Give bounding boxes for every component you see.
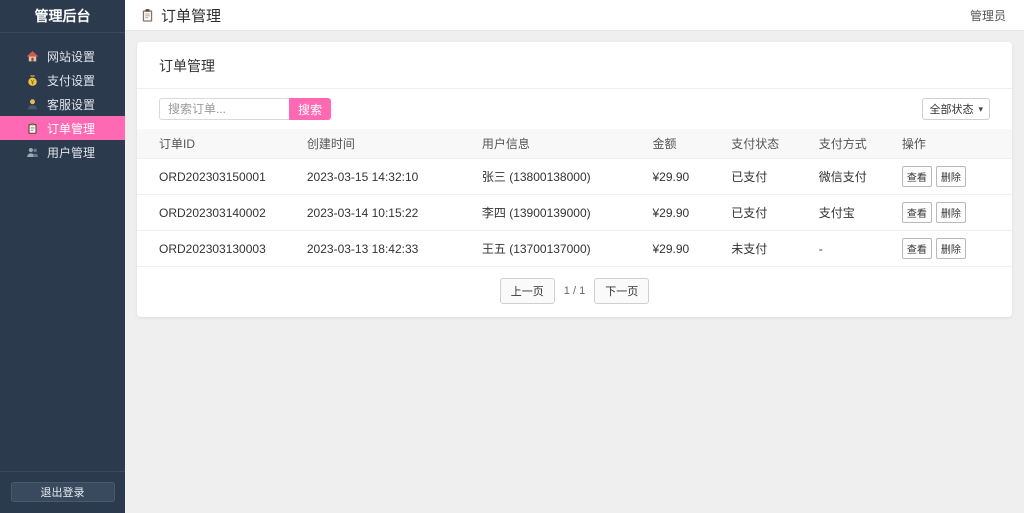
table-header-row: 订单ID 创建时间 用户信息 金额 支付状态 支付方式 操作 <box>137 129 1012 159</box>
view-button[interactable]: 查看 <box>901 202 932 223</box>
col-header-pay-status: 支付状态 <box>723 129 811 159</box>
topbar: 订单管理 管理员 <box>125 0 1024 31</box>
delete-button[interactable]: 删除 <box>935 166 966 187</box>
clipboard-icon <box>140 8 155 23</box>
view-button[interactable]: 查看 <box>901 166 932 187</box>
page-title: 订单管理 <box>140 5 221 26</box>
search-input[interactable] <box>159 98 289 120</box>
search-group: 搜索 <box>159 98 332 120</box>
table-row: ORD202303140002 2023-03-14 10:15:22 李四 (… <box>137 194 1012 231</box>
status-filter-value: 全部状态 <box>929 104 974 116</box>
col-header-actions: 操作 <box>893 129 1012 159</box>
chevron-down-icon: ▾ <box>978 103 983 114</box>
card-title: 订单管理 <box>137 42 1012 89</box>
clipboard-icon <box>26 122 39 135</box>
money-bag-icon <box>26 74 39 87</box>
view-button[interactable]: 查看 <box>901 238 932 259</box>
page-info: 1 / 1 <box>563 285 586 297</box>
content: 订单管理 搜索 全部状态 ▾ 订单ID <box>125 31 1024 328</box>
cell-order-id: ORD202303140002 <box>137 194 299 231</box>
table-row: ORD202303130003 2023-03-13 18:42:33 王五 (… <box>137 230 1012 267</box>
sidebar-item-site-settings[interactable]: 网站设置 <box>0 44 125 68</box>
sidebar-item-payment-settings[interactable]: 支付设置 <box>0 68 125 92</box>
page-title-text: 订单管理 <box>161 7 222 25</box>
status-badge: 未支付 <box>723 230 811 267</box>
col-header-created-at: 创建时间 <box>298 129 474 159</box>
status-filter-select[interactable]: 全部状态 ▾ <box>922 98 990 120</box>
support-person-icon <box>26 98 39 111</box>
cell-amount: ¥29.90 <box>644 194 724 231</box>
sidebar-item-label: 客服设置 <box>47 97 96 112</box>
current-user-label: 管理员 <box>969 8 1006 23</box>
orders-table: 订单ID 创建时间 用户信息 金额 支付状态 支付方式 操作 ORD202303… <box>137 129 1012 267</box>
sidebar-item-label: 用户管理 <box>47 145 96 160</box>
col-header-pay-method: 支付方式 <box>810 129 894 159</box>
status-badge: 已支付 <box>723 194 811 231</box>
prev-page-button[interactable]: 上一页 <box>499 278 555 304</box>
cell-pay-method: 支付宝 <box>810 194 894 231</box>
cell-created-at: 2023-03-13 18:42:33 <box>298 230 474 267</box>
cell-pay-method: 微信支付 <box>810 158 894 195</box>
cell-user-info: 李四 (13900139000) <box>473 194 645 231</box>
cell-actions: 查看 删除 <box>893 230 1012 267</box>
toolbar: 搜索 全部状态 ▾ <box>137 89 1012 129</box>
col-header-user-info: 用户信息 <box>473 129 645 159</box>
sidebar-item-service-settings[interactable]: 客服设置 <box>0 92 125 116</box>
orders-card: 订单管理 搜索 全部状态 ▾ 订单ID <box>137 42 1012 317</box>
sidebar-item-label: 订单管理 <box>47 121 96 136</box>
pagination: 上一页 1 / 1 下一页 <box>137 267 1012 317</box>
sidebar: 管理后台 网站设置 支付设置 客服设置 订单管理 用户管理 退出登录 <box>0 0 125 513</box>
cell-user-info: 张三 (13800138000) <box>473 158 645 195</box>
col-header-amount: 金额 <box>644 129 724 159</box>
delete-button[interactable]: 删除 <box>935 238 966 259</box>
sidebar-item-label: 支付设置 <box>47 73 96 88</box>
sidebar-footer: 退出登录 <box>0 471 125 513</box>
sidebar-item-order-management[interactable]: 订单管理 <box>0 116 125 140</box>
col-header-order-id: 订单ID <box>137 129 299 159</box>
home-icon <box>26 50 39 63</box>
cell-created-at: 2023-03-14 10:15:22 <box>298 194 474 231</box>
cell-user-info: 王五 (13700137000) <box>473 230 645 267</box>
sidebar-item-user-management[interactable]: 用户管理 <box>0 140 125 164</box>
users-icon <box>26 146 39 159</box>
status-badge: 已支付 <box>723 158 811 195</box>
cell-pay-method: - <box>810 230 894 267</box>
search-button[interactable]: 搜索 <box>289 98 332 120</box>
sidebar-item-label: 网站设置 <box>47 49 96 64</box>
cell-actions: 查看 删除 <box>893 158 1012 195</box>
table-row: ORD202303150001 2023-03-15 14:32:10 张三 (… <box>137 158 1012 195</box>
cell-order-id: ORD202303150001 <box>137 158 299 195</box>
cell-created-at: 2023-03-15 14:32:10 <box>298 158 474 195</box>
app-title: 管理后台 <box>0 0 125 33</box>
sidebar-menu: 网站设置 支付设置 客服设置 订单管理 用户管理 <box>0 33 125 164</box>
cell-actions: 查看 删除 <box>893 194 1012 231</box>
cell-amount: ¥29.90 <box>644 158 724 195</box>
next-page-button[interactable]: 下一页 <box>594 278 650 304</box>
logout-button[interactable]: 退出登录 <box>10 482 115 502</box>
cell-order-id: ORD202303130003 <box>137 230 299 267</box>
cell-amount: ¥29.90 <box>644 230 724 267</box>
main-area: 订单管理 管理员 订单管理 搜索 全部状态 ▾ <box>125 0 1024 513</box>
delete-button[interactable]: 删除 <box>935 202 966 223</box>
